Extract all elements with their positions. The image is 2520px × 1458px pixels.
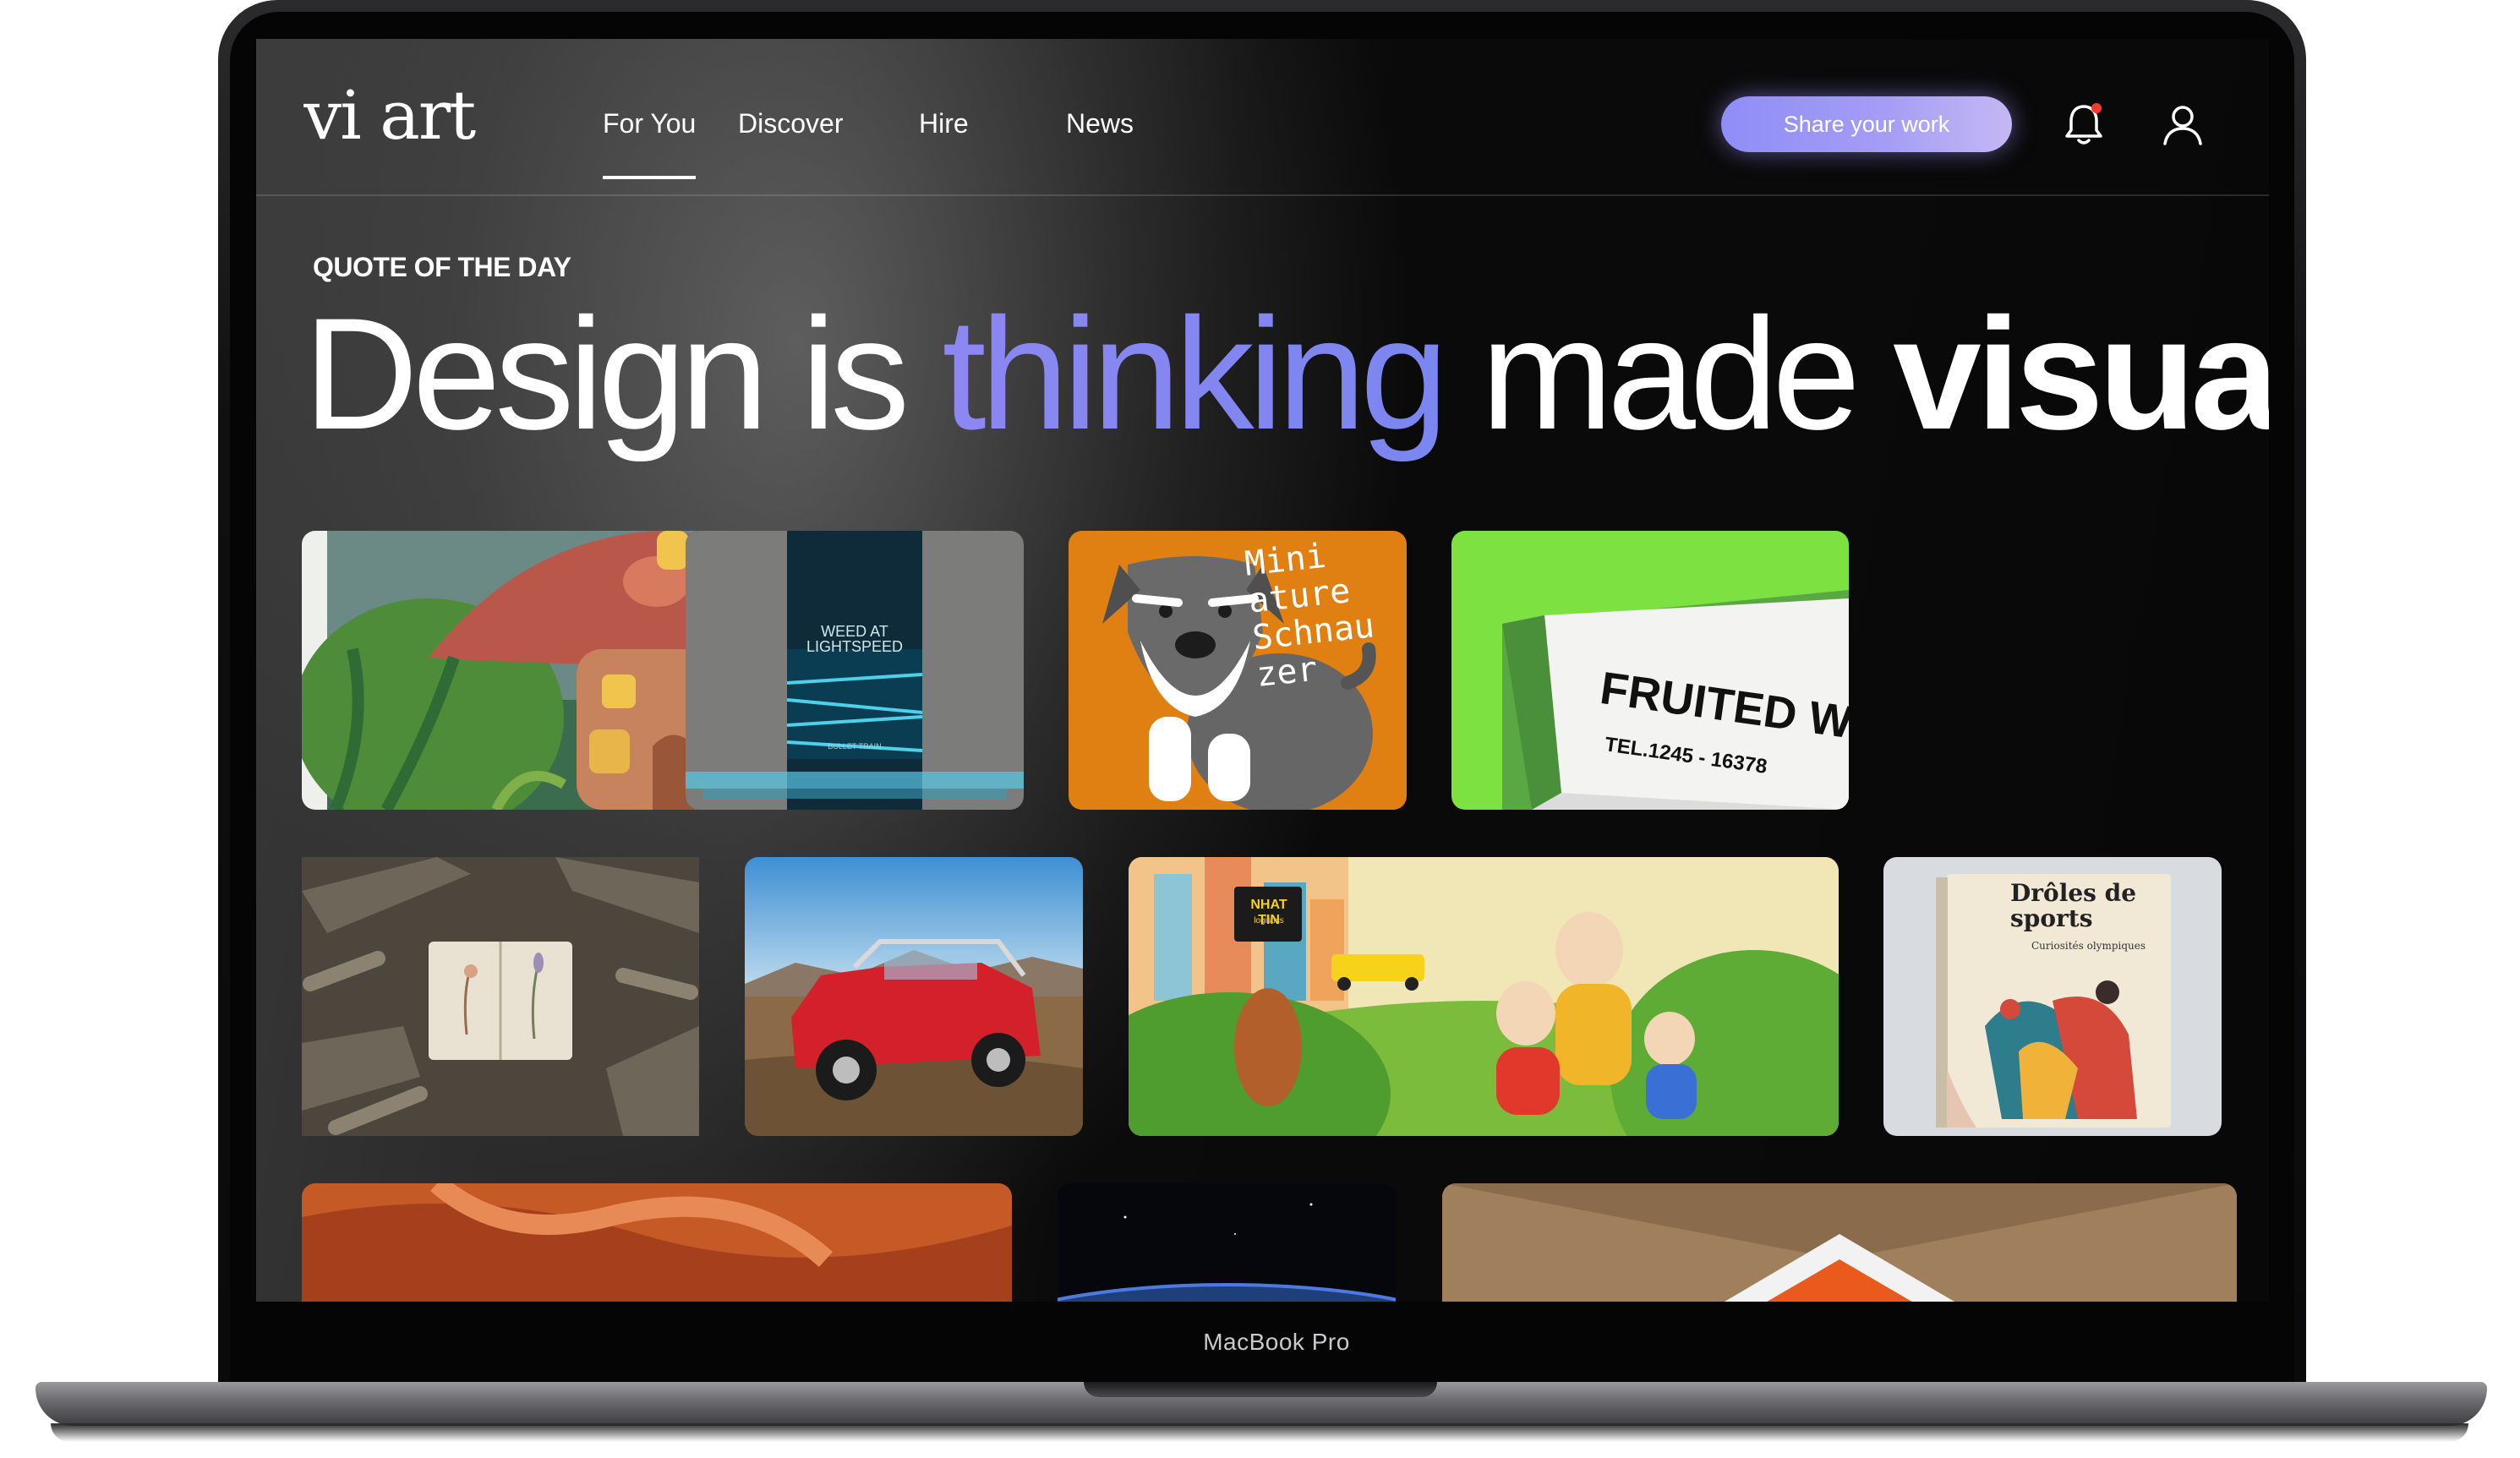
gallery-card-schnauzer[interactable]: Mini ature Schnau zer xyxy=(1069,531,1407,810)
elevator-poster-title: WEED AT LIGHTSPEED xyxy=(806,623,904,655)
bell-icon[interactable] xyxy=(2058,98,2110,150)
elevator-poster-subtitle: BULLET TRAIN xyxy=(828,742,882,751)
nav-discover[interactable]: Discover xyxy=(738,106,843,140)
laptop-shadow xyxy=(51,1423,2468,1442)
headline-accent: thinking xyxy=(942,285,1448,462)
orange-fabric-photo xyxy=(302,1183,1012,1302)
gallery-card-triangle[interactable] xyxy=(1442,1183,2237,1302)
headline-part1: Design is xyxy=(303,285,943,462)
book-title: Drôles de sports xyxy=(2010,879,2137,932)
notification-dot xyxy=(2091,103,2102,113)
gallery-card-garden[interactable]: NHAT TIN logistics xyxy=(1129,857,1839,1136)
orange-triangle-photo xyxy=(1442,1183,2237,1302)
gallery-card-earth[interactable] xyxy=(1058,1183,1396,1302)
laptop-hinge-notch xyxy=(1084,1382,1437,1397)
gallery-card-sketchbook[interactable] xyxy=(302,857,699,1136)
bell-icon-svg xyxy=(2065,105,2102,145)
earth-space-photo xyxy=(1058,1183,1396,1302)
device-label: MacBook Pro xyxy=(1203,1329,1350,1355)
share-your-work-button[interactable]: Share your work xyxy=(1721,96,2012,152)
logo[interactable]: vi art xyxy=(303,76,515,156)
gallery-card-book[interactable]: Drôles de sports Curiosités olympiques xyxy=(1883,857,2222,1136)
red-jeep-photo xyxy=(745,857,1083,1136)
headline-bold: visual xyxy=(1893,285,2269,462)
vipart-logo: vi art xyxy=(303,76,478,155)
nav-hire[interactable]: Hire xyxy=(919,106,969,140)
user-icon-svg xyxy=(2163,106,2202,145)
gallery-card-fabric[interactable] xyxy=(302,1183,1012,1302)
nav-news[interactable]: News xyxy=(1066,106,1134,140)
app-screen: vi art For You Discover Hire News Share … xyxy=(256,39,2269,1302)
svg-text:vi art: vi art xyxy=(303,79,476,155)
quote-kicker: QUOTE OF THE DAY xyxy=(313,252,571,282)
top-nav: vi art For You Discover Hire News Share … xyxy=(256,39,2269,196)
gallery-card-fruited[interactable]: FRUITED W TEL.1245 - 16378 xyxy=(1451,531,1849,810)
botanical-sketchbook xyxy=(302,857,699,1136)
user-icon[interactable] xyxy=(2156,98,2209,150)
gallery-card-elevator[interactable]: WEED AT LIGHTSPEED BULLET TRAIN xyxy=(686,531,1024,810)
elevator-poster xyxy=(686,531,1024,810)
quote-headline: Design is thinking made visual xyxy=(303,281,2269,467)
book-subtitle: Curiosités olympiques xyxy=(2031,940,2146,952)
garden-billboard-tagline: logistics xyxy=(1254,916,1284,926)
gallery-card-jeep[interactable] xyxy=(745,857,1083,1136)
schnauzer-lettering: Mini ature Schnau zer xyxy=(1243,536,1376,695)
nav-for-you[interactable]: For You xyxy=(603,106,697,179)
garden-family-illustration xyxy=(1129,857,1839,1136)
headline-part2: made xyxy=(1442,285,1894,462)
